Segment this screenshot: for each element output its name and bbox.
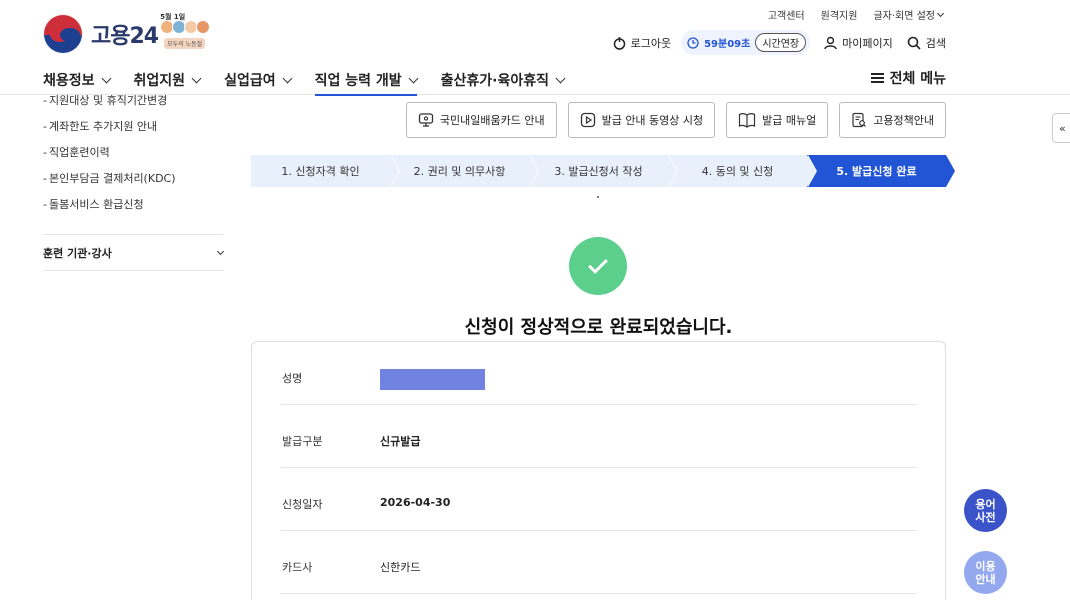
- chevron-down-icon: [101, 73, 111, 83]
- button-label: 고용정책안내: [873, 114, 934, 127]
- nav-label: 채용정보: [43, 73, 95, 89]
- row-value: 신한카드: [380, 561, 421, 574]
- action-buttons: 국민내일배움카드 안내 발급 안내 동영상 시청 발급 매뉴얼 고용정책안내: [405, 102, 946, 138]
- checkmark-icon: [588, 254, 608, 274]
- panel-collapse-button[interactable]: «: [1052, 113, 1070, 143]
- chevron-down-icon: [555, 73, 566, 83]
- nav-label: 직업 능력 개발: [314, 73, 402, 89]
- nav-item-parental-leave[interactable]: 출산휴가·육아휴직: [440, 66, 566, 94]
- sidebar-item-care-refund[interactable]: 돌봄서비스 환급신청: [43, 199, 223, 226]
- step-eligibility: 1. 신청자격 확인: [251, 155, 400, 187]
- search-button[interactable]: 검색: [907, 35, 946, 51]
- clock-icon: [687, 36, 699, 49]
- mypage-label: 마이페이지: [842, 36, 893, 50]
- worker-faces-icon: [160, 20, 211, 34]
- play-icon: [580, 112, 595, 128]
- chevron-down-icon: [408, 73, 419, 83]
- chevron-down-icon: [191, 73, 202, 83]
- row-value: 신규발급: [380, 435, 421, 448]
- nav-label: 출산휴가·육아휴직: [440, 73, 549, 89]
- row-label: 발급구분: [282, 435, 323, 448]
- step-rights-duties: 2. 권리 및 의무사항: [390, 155, 539, 187]
- search-icon: [907, 36, 921, 50]
- step-complete: 5. 발급신청 완료: [807, 155, 955, 187]
- logo-text: 고용24: [91, 24, 159, 49]
- session-timer: 59분09초 시간연장: [681, 30, 811, 55]
- chevron-down-icon: [216, 247, 225, 255]
- sidebar-item-leave-change[interactable]: 지원대상 및 휴직기간변경: [43, 95, 223, 122]
- button-label: 발급 매뉴얼: [762, 114, 817, 127]
- row-label: 성명: [282, 372, 303, 385]
- stray-dot: [597, 196, 599, 198]
- employment-policy-button[interactable]: 고용정책안내: [839, 102, 946, 138]
- book-icon: [739, 113, 756, 128]
- nav-item-unemployment-benefits[interactable]: 실업급여: [224, 66, 293, 94]
- guide-video-button[interactable]: 발급 안내 동영상 시청: [567, 102, 716, 138]
- row-label: 카드사: [282, 561, 313, 574]
- utility-links: 고객센터 원격지원 글자·회면 설정: [768, 7, 945, 22]
- step-application-form: 3. 발급신청서 작성: [529, 155, 678, 187]
- display-settings-dropdown[interactable]: 글자·회면 설정: [873, 7, 945, 22]
- sidebar: 지원대상 및 휴직기간변경 계좌한도 추가지원 안내 직업훈련이력 본인부담금 …: [43, 95, 225, 271]
- user-icon: [824, 36, 837, 49]
- summary-row-issue-type: 발급구분 신규발급: [281, 405, 917, 468]
- nav-item-employment-support[interactable]: 취업지원: [133, 66, 202, 94]
- logout-label: 로그아웃: [630, 36, 672, 50]
- summary-row-name: 성명: [281, 342, 917, 405]
- sidebar-item-account-limit[interactable]: 계좌한도 추가지원 안내: [43, 121, 223, 148]
- display-settings-label: 글자·회면 설정: [873, 11, 935, 22]
- manual-button[interactable]: 발급 매뉴얼: [726, 102, 829, 138]
- nav-label: 취업지원: [133, 73, 186, 89]
- glossary-button[interactable]: 용어 사전: [964, 489, 1007, 532]
- site-logo[interactable]: 고용24 5월 1일 모두의 노동절: [43, 13, 218, 54]
- search-label: 검색: [925, 36, 946, 50]
- chevron-down-icon: [282, 73, 293, 83]
- step-consent-submit: 4. 동의 및 신청: [668, 155, 817, 187]
- badge-ribbon: 모두의 노동절: [164, 38, 206, 49]
- double-chevron-left-icon: «: [1059, 121, 1066, 135]
- chevron-down-icon: [936, 9, 945, 17]
- sidebar-group-label: 훈련 기관·강사: [43, 246, 112, 260]
- mypage-button[interactable]: 마이페이지: [824, 35, 893, 51]
- sidebar-item-training-history[interactable]: 직업훈련이력: [43, 147, 223, 174]
- document-search-icon: [852, 112, 867, 128]
- row-value: 2026-04-30: [380, 496, 451, 509]
- summary-row-card-company: 카드사 신한카드: [281, 531, 917, 594]
- button-label: 발급 안내 동영상 시청: [601, 114, 704, 127]
- button-label: 국민내일배움카드 안내: [439, 114, 545, 127]
- application-stepper: 1. 신청자격 확인 2. 권리 및 의무사항 3. 발급신청서 작성 4. 동…: [251, 155, 955, 187]
- nav-label: 실업급여: [224, 73, 276, 89]
- application-summary-card: 성명 발급구분 신규발급 신청일자 2026-04-30 카드사 신한카드: [251, 341, 946, 600]
- nav-item-skills-development[interactable]: 직업 능력 개발: [314, 66, 419, 96]
- success-check-icon: [569, 237, 627, 295]
- customer-center-link[interactable]: 고객센터: [768, 7, 805, 22]
- summary-row-date: 신청일자 2026-04-30: [281, 468, 917, 531]
- all-menu-label: 전체 메뉴: [889, 71, 946, 87]
- labor-day-badge: 5월 1일 모두의 노동절: [160, 13, 218, 54]
- success-message: 신청이 정상적으로 완료되었습니다.: [464, 317, 733, 338]
- user-bar: 로그아웃 59분09초 시간연장 마이페이지 검색: [599, 30, 946, 55]
- site-header: 고용24 5월 1일 모두의 노동절 고객센터 원격지원 글자·회면 설정 로그…: [0, 0, 1070, 96]
- usage-guide-button[interactable]: 이용 안내: [964, 551, 1007, 594]
- glossary-label: 용어 사전: [975, 497, 996, 524]
- hamburger-icon: [870, 73, 884, 83]
- session-time: 59분09초: [704, 39, 751, 50]
- sidebar-item-copay-kdc[interactable]: 본인부담금 결제처리(KDC): [43, 173, 223, 200]
- power-icon: [613, 36, 625, 50]
- remote-support-link[interactable]: 원격지원: [821, 7, 858, 22]
- sidebar-group-training-institutions[interactable]: 훈련 기관·강사: [43, 235, 225, 271]
- all-menu-button[interactable]: 전체 메뉴: [870, 68, 946, 88]
- row-label: 신청일자: [282, 498, 323, 511]
- logout-button[interactable]: 로그아웃: [613, 35, 671, 51]
- government-emblem-icon: [43, 14, 83, 54]
- card-info-icon: [418, 113, 434, 127]
- usage-guide-label: 이용 안내: [975, 559, 996, 586]
- redacted-name: [380, 369, 485, 390]
- extend-session-button[interactable]: 시간연장: [755, 33, 807, 52]
- card-guide-button[interactable]: 국민내일배움카드 안내: [405, 102, 557, 138]
- nav-item-jobs[interactable]: 채용정보: [43, 66, 111, 94]
- global-nav: 채용정보 취업지원 실업급여 직업 능력 개발 출산휴가·육아휴직: [43, 66, 588, 96]
